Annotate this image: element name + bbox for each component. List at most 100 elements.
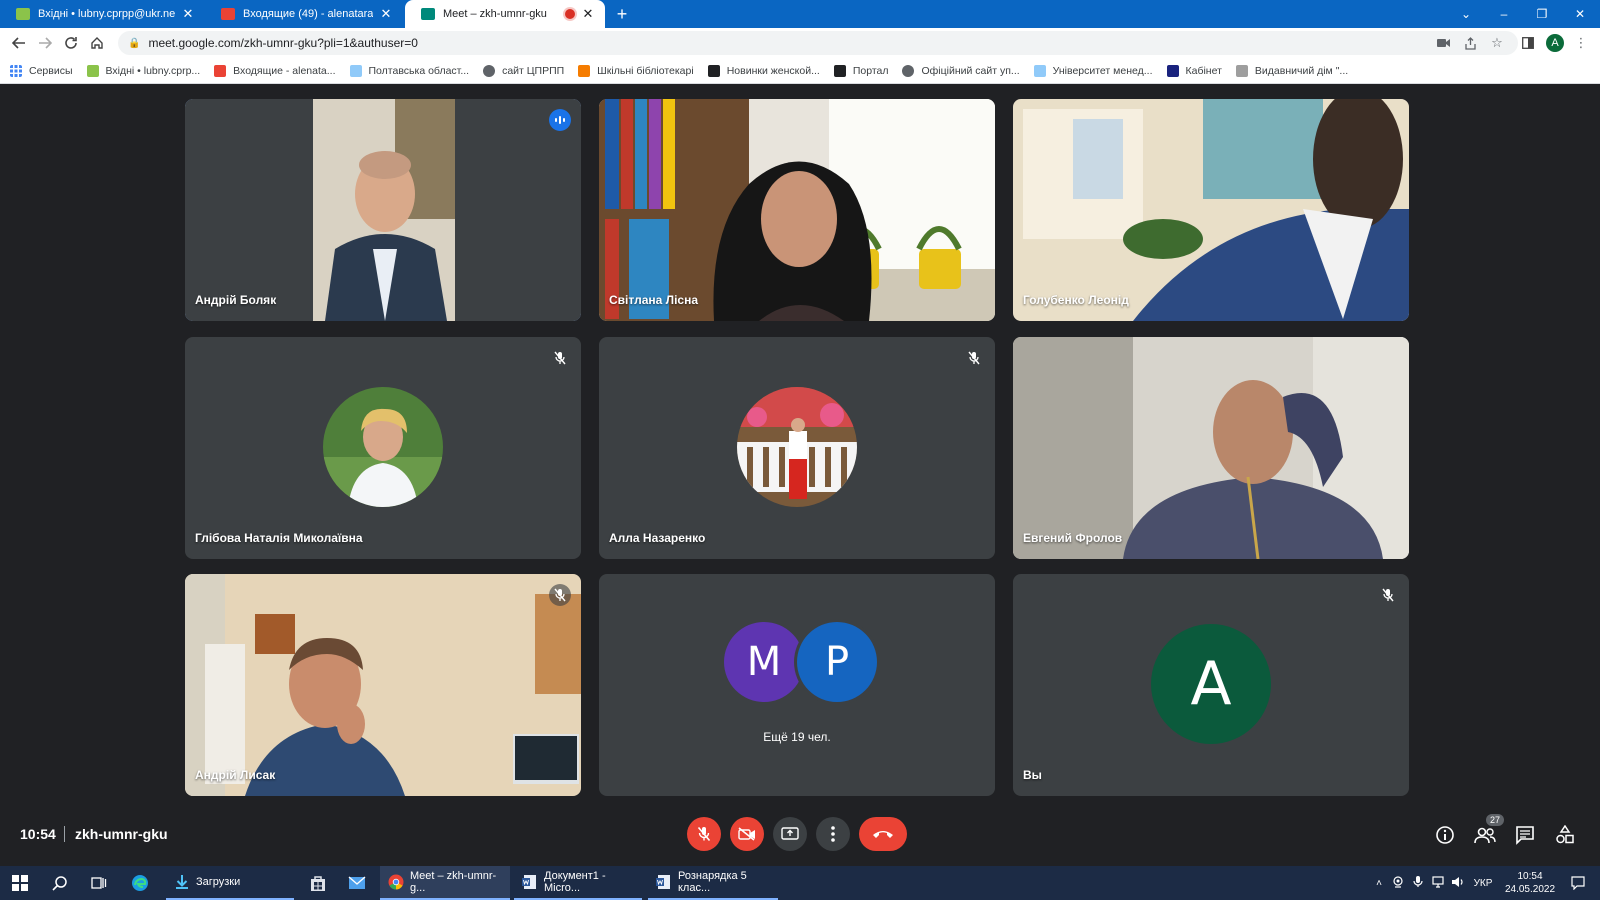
camera-tray-icon[interactable]: [1388, 875, 1408, 891]
bookmarks-bar: Сервисы Вхідні • lubny.cprp... Входящие …: [0, 58, 1600, 84]
camera-in-use-icon[interactable]: [1432, 31, 1454, 55]
bookmark-apps[interactable]: Сервисы: [10, 64, 73, 77]
chat-button[interactable]: [1512, 822, 1538, 848]
volume-icon[interactable]: [1448, 876, 1468, 891]
site-icon: [1235, 64, 1248, 77]
close-tab-icon[interactable]: ✕: [181, 6, 195, 22]
site-icon: [1033, 64, 1046, 77]
present-screen-icon: [781, 827, 799, 840]
bookmark-item[interactable]: Вхідні • lubny.cprp...: [86, 64, 200, 77]
minimize-button[interactable]: –: [1485, 0, 1523, 28]
globe-icon: [902, 64, 915, 77]
bookmark-item[interactable]: Новинки женской...: [707, 64, 820, 77]
participant-tile[interactable]: Світлана Лісна: [599, 99, 995, 321]
chrome-icon: [388, 874, 404, 890]
reload-icon[interactable]: [58, 30, 84, 56]
input-language-indicator[interactable]: УКР: [1468, 878, 1498, 889]
bookmark-item[interactable]: Портал: [833, 64, 888, 77]
participant-tile[interactable]: Глібова Наталія Миколаївна: [185, 337, 581, 559]
tab-gmail[interactable]: Входящие (49) - alenataranec20 ✕: [205, 0, 403, 28]
tab-meet[interactable]: Meet – zkh-umnr-gku ✕: [405, 0, 605, 28]
menu-kebab-icon[interactable]: ⋮: [1570, 31, 1592, 55]
back-icon[interactable]: [6, 30, 32, 56]
profile-button[interactable]: A: [1544, 31, 1566, 55]
show-hidden-icons-icon[interactable]: ˄: [1370, 878, 1388, 889]
taskbar-app-label: Документ1 - Micro...: [544, 870, 606, 894]
participant-tile[interactable]: Евгений Фролов: [1013, 337, 1409, 559]
bookmark-item[interactable]: Шкільні бібліотекарі: [578, 64, 694, 77]
toggle-mic-button[interactable]: [687, 817, 721, 851]
address-bar[interactable]: 🔒 meet.google.com/zkh-umnr-gku?pli=1&aut…: [118, 31, 1518, 55]
bookmark-item[interactable]: Кабінет: [1166, 64, 1222, 77]
tab-search-icon[interactable]: ⌄: [1447, 0, 1485, 28]
more-options-button[interactable]: [816, 817, 850, 851]
forward-icon[interactable]: [32, 30, 58, 56]
bookmark-item[interactable]: Офіційний сайт уп...: [902, 64, 1020, 77]
taskbar-date: 24.05.2022: [1504, 884, 1556, 895]
bookmark-item[interactable]: Входящие - alenata...: [214, 64, 336, 77]
notifications-icon[interactable]: [1566, 871, 1590, 895]
edge-browser-icon[interactable]: [128, 871, 152, 895]
restore-button[interactable]: ❐: [1523, 0, 1561, 28]
participant-tile[interactable]: Андрій Лисак: [185, 574, 581, 796]
home-icon[interactable]: [84, 30, 110, 56]
close-window-button[interactable]: ✕: [1561, 0, 1599, 28]
bookmark-item[interactable]: сайт ЦПРПП: [483, 64, 564, 77]
search-icon[interactable]: [48, 871, 72, 895]
close-tab-icon[interactable]: ✕: [581, 6, 595, 22]
taskbar-app-downloads[interactable]: Загрузки: [166, 866, 294, 900]
taskbar-app-word[interactable]: Документ1 - Micro...: [514, 866, 642, 900]
meet-video-grid: Андрій Боляк Світлана Лісна Голубенко Ле…: [0, 84, 1600, 866]
side-panel-icon[interactable]: [1517, 31, 1539, 55]
people-icon: [1474, 827, 1496, 844]
microphone-tray-icon[interactable]: [1408, 875, 1428, 891]
participant-tile[interactable]: Голубенко Леонід: [1013, 99, 1409, 321]
activities-button[interactable]: [1552, 822, 1578, 848]
system-tray: ˄ УКР: [1370, 866, 1498, 900]
taskbar-app-label: Meet – zkh-umnr-g...: [410, 870, 497, 894]
present-screen-button[interactable]: [773, 817, 807, 851]
participant-name: Алла Назаренко: [609, 531, 706, 545]
bookmark-item[interactable]: Університет менед...: [1033, 64, 1153, 77]
mail-favicon-icon: [16, 8, 30, 20]
word-document-icon: [656, 875, 670, 889]
taskbar-app-chrome[interactable]: Meet – zkh-umnr-g...: [380, 866, 510, 900]
url-text: meet.google.com/zkh-umnr-gku?pli=1&authu…: [148, 36, 418, 50]
meeting-details-button[interactable]: [1432, 822, 1458, 848]
bookmark-label: Кабінет: [1185, 64, 1222, 77]
site-icon: [707, 64, 720, 77]
toggle-camera-button[interactable]: [730, 817, 764, 851]
bookmark-item[interactable]: Видавничий дім "...: [1235, 64, 1348, 77]
participant-name: Евгений Фролов: [1023, 531, 1123, 545]
network-icon[interactable]: [1428, 875, 1448, 891]
taskbar-clock[interactable]: 10:54 24.05.2022: [1500, 870, 1560, 896]
participant-tile[interactable]: Андрій Боляк: [185, 99, 581, 321]
task-view-icon[interactable]: [87, 871, 111, 895]
browser-toolbar: 🔒 meet.google.com/zkh-umnr-gku?pli=1&aut…: [0, 28, 1600, 58]
participants-button[interactable]: 27: [1472, 814, 1504, 848]
meet-favicon-icon: [421, 8, 435, 20]
store-icon[interactable]: [306, 871, 330, 895]
new-tab-button[interactable]: +: [612, 4, 632, 24]
taskbar-app-document[interactable]: Рознарядка 5 клас...: [648, 866, 778, 900]
participant-avatar: [737, 387, 857, 507]
word-document-icon: [522, 875, 536, 889]
lock-icon: 🔒: [128, 37, 141, 49]
participant-video: [185, 99, 581, 321]
mail-icon[interactable]: [345, 871, 369, 895]
bookmark-star-icon[interactable]: ☆: [1486, 31, 1508, 55]
windows-start-icon[interactable]: [8, 871, 32, 895]
leave-call-button[interactable]: [859, 817, 907, 851]
meeting-code: zkh-umnr-gku: [75, 826, 168, 842]
share-icon[interactable]: [1459, 31, 1481, 55]
hang-up-icon: [873, 831, 893, 838]
self-tile[interactable]: A Вы: [1013, 574, 1409, 796]
os-taskbar: Загрузки Meet – zkh-umnr-g... Документ1 …: [0, 866, 1600, 900]
activities-icon: [1556, 825, 1574, 844]
participant-tile[interactable]: Алла Назаренко: [599, 337, 995, 559]
bookmark-item[interactable]: Полтавська област...: [349, 64, 469, 77]
more-participants-tile[interactable]: M P Ещё 19 чел.: [599, 574, 995, 796]
close-tab-icon[interactable]: ✕: [379, 6, 393, 22]
divider: [64, 826, 65, 842]
tab-ukr-net[interactable]: Вхідні • lubny.cprpp@ukr.net ✕: [0, 0, 205, 28]
